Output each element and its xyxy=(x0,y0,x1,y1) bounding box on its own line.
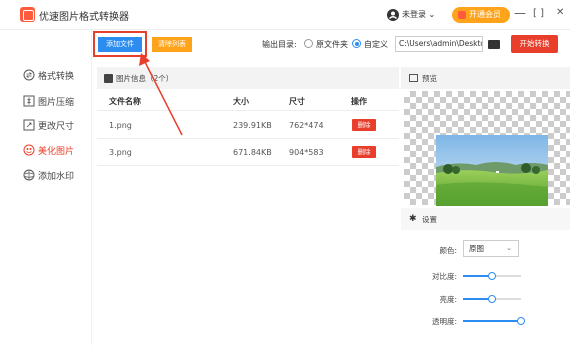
clear-list-button[interactable]: 清除列表 xyxy=(152,37,192,52)
radio-original-folder[interactable] xyxy=(304,39,313,48)
vip-crown-icon xyxy=(458,11,466,19)
convert-icon xyxy=(23,69,35,81)
login-status[interactable]: 未登录 ⌄ xyxy=(402,9,435,20)
add-file-highlight-box xyxy=(93,31,147,57)
vip-button[interactable]: 开通会员 xyxy=(452,7,510,23)
beautify-icon xyxy=(23,144,35,156)
close-button[interactable]: ✕ xyxy=(556,7,564,18)
preview-image xyxy=(436,135,548,206)
opacity-slider-thumb[interactable] xyxy=(517,317,525,325)
radio-custom-label: 自定义 xyxy=(364,40,388,49)
file-size: 671.84KB xyxy=(233,148,272,157)
color-label: 颜色: xyxy=(439,246,457,255)
table-row[interactable]: 3.png 671.84KB 904*583 删除 xyxy=(97,139,399,166)
file-size: 239.91KB xyxy=(233,121,272,130)
sidebar-item-convert[interactable]: 格式转换 xyxy=(23,67,74,83)
file-panel-title: 图片信息（2个） xyxy=(116,74,174,83)
radio-custom-folder[interactable] xyxy=(352,39,361,48)
user-icon[interactable] xyxy=(387,9,399,21)
file-name: 1.png xyxy=(109,121,132,130)
brightness-label: 亮度: xyxy=(439,295,457,304)
delete-button[interactable]: 删除 xyxy=(352,119,376,131)
sidebar-item-label: 美化图片 xyxy=(38,146,75,157)
file-panel-header: 图片信息（2个） xyxy=(97,67,399,89)
file-dims: 762*474 xyxy=(289,121,324,130)
opacity-label: 透明度: xyxy=(431,317,457,326)
brightness-slider-thumb[interactable] xyxy=(488,295,496,303)
col-dimensions: 尺寸 xyxy=(289,97,305,106)
start-convert-button[interactable]: 开始转换 xyxy=(511,35,558,53)
contrast-slider[interactable] xyxy=(463,272,521,280)
settings-header: ✱ 设置 xyxy=(401,208,570,230)
file-dims: 904*583 xyxy=(289,148,324,157)
resize-icon xyxy=(23,119,35,131)
color-select[interactable]: 原图 ⌄ xyxy=(463,240,519,257)
login-status-label: 未登录 xyxy=(402,10,426,19)
preview-header: 预览 xyxy=(401,67,570,89)
sidebar-item-beautify[interactable]: 美化图片 xyxy=(23,142,74,158)
sidebar-item-label: 更改尺寸 xyxy=(38,121,75,132)
sidebar-item-label: 格式转换 xyxy=(38,71,75,82)
delete-button[interactable]: 删除 xyxy=(352,146,376,158)
app-title: 优速图片格式转换器 xyxy=(39,12,129,23)
watermark-icon xyxy=(23,169,35,181)
sidebar-item-watermark[interactable]: 添加水印 xyxy=(23,167,74,183)
sidebar-item-resize[interactable]: 更改尺寸 xyxy=(23,117,74,133)
maximize-button[interactable]: [ ] xyxy=(533,8,544,19)
toolbar: 添加文件 清除列表 输出目录: 原文件夹 自定义 C:\Users\admin\… xyxy=(92,30,570,62)
sidebar-item-label: 添加水印 xyxy=(38,171,75,182)
preview-icon xyxy=(409,74,418,82)
start-convert-label: 开始转换 xyxy=(519,39,550,48)
preview-panel: 预览 xyxy=(401,67,570,207)
file-list-panel: 图片信息（2个） 文件名称 大小 尺寸 操作 1.png 239.91KB 76… xyxy=(97,67,399,345)
table-header: 文件名称 大小 尺寸 操作 xyxy=(97,89,399,111)
settings-title: 设置 xyxy=(422,215,437,224)
settings-panel: ✱ 设置 颜色: 原图 ⌄ 对比度: 亮度: 透明度: xyxy=(401,208,570,345)
color-select-value: 原图 xyxy=(469,244,484,253)
gear-icon: ✱ xyxy=(409,214,417,224)
app-logo-icon xyxy=(20,7,35,22)
opacity-slider[interactable] xyxy=(463,317,525,325)
contrast-label: 对比度: xyxy=(431,272,457,281)
opacity-slider-fill xyxy=(463,320,521,322)
chevron-down-icon: ⌄ xyxy=(506,244,512,252)
file-name: 3.png xyxy=(109,148,132,157)
contrast-slider-thumb[interactable] xyxy=(488,272,496,280)
folder-icon[interactable] xyxy=(488,40,500,49)
col-action: 操作 xyxy=(351,97,367,106)
output-dir-label: 输出目录: xyxy=(262,40,297,49)
vip-label: 开通会员 xyxy=(469,10,501,19)
col-size: 大小 xyxy=(233,97,249,106)
radio-original-label: 原文件夹 xyxy=(316,40,348,49)
col-filename: 文件名称 xyxy=(109,97,141,106)
preview-canvas xyxy=(404,91,570,206)
title-bar: 优速图片格式转换器 未登录 ⌄ 开通会员 — [ ] ✕ xyxy=(0,0,570,30)
brightness-slider[interactable] xyxy=(463,295,521,303)
sidebar-item-compress[interactable]: 图片压缩 xyxy=(23,93,74,109)
sidebar-item-label: 图片压缩 xyxy=(38,97,75,108)
minimize-button[interactable]: — xyxy=(514,6,526,20)
preview-title: 预览 xyxy=(422,74,437,83)
compress-icon xyxy=(23,95,35,107)
image-info-icon xyxy=(104,74,113,83)
sidebar: 格式转换 图片压缩 更改尺寸 美化图片 添加水印 xyxy=(0,30,92,345)
table-row[interactable]: 1.png 239.91KB 762*474 删除 xyxy=(97,112,399,139)
output-path-input[interactable]: C:\Users\admin\Deskto xyxy=(395,36,483,52)
